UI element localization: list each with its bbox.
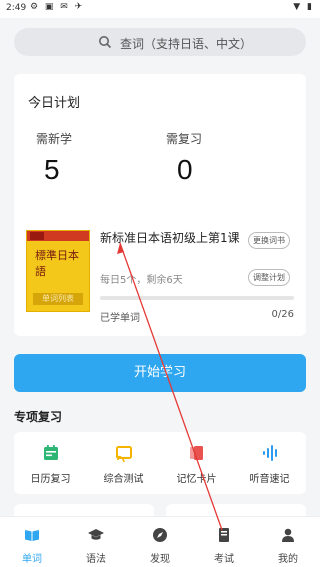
annotation-arrow <box>117 242 223 531</box>
